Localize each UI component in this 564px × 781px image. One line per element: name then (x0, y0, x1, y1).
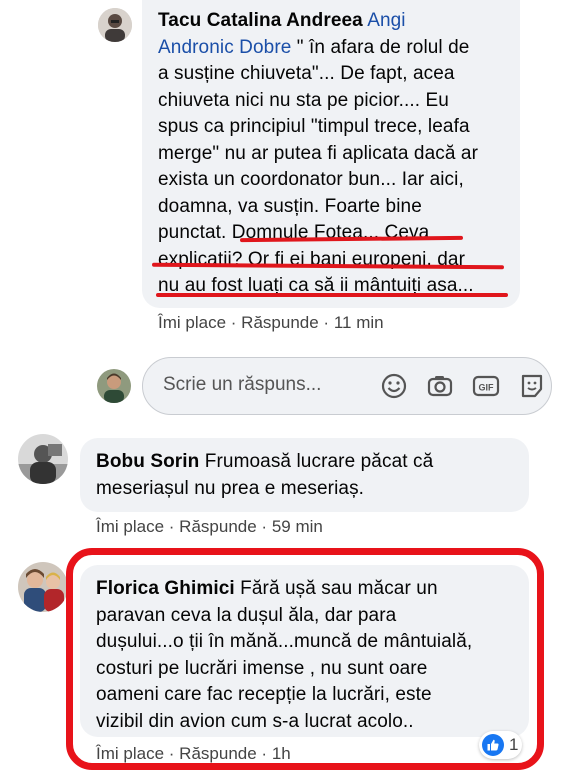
like-link[interactable]: Îmi place (158, 313, 226, 332)
comment-bubble-bobu: Bobu Sorin Frumoasă lucrare păcat că mes… (80, 438, 529, 512)
timestamp[interactable]: 11 min (334, 313, 384, 332)
comment-line: meseriașul nu prea e meseriaș. (96, 477, 365, 499)
like-reaction-icon (482, 734, 504, 756)
separator: · (230, 313, 237, 332)
comment-line: Bobu Sorin Frumoasă lucrare păcat că (96, 451, 434, 472)
sticker-icon[interactable] (517, 371, 547, 401)
comment-line: exista un coordonator bun... Iar aici, (158, 169, 464, 190)
timestamp[interactable]: 1h (272, 744, 291, 763)
avatar-tacu[interactable] (98, 8, 132, 42)
comment-line: spus ca principiul "timpul trece, leafa (158, 116, 470, 137)
comment-line: explicatii? Or fi ei bani europeni, dar (158, 248, 466, 270)
emoji-icon[interactable] (379, 371, 409, 401)
comment-line: doamna, va susțin. Foarte bine (158, 195, 422, 217)
camera-icon[interactable] (425, 371, 455, 401)
like-link[interactable]: Îmi place (96, 517, 164, 536)
profile-photo-icon (18, 434, 68, 484)
red-underline (156, 293, 508, 297)
like-link[interactable]: Îmi place (96, 744, 164, 763)
comment-actions: Îmi place · Răspunde · 59 min (96, 517, 323, 537)
reply-link[interactable]: Răspunde (179, 744, 257, 763)
reaction-count: 1 (509, 735, 519, 754)
separator: · (168, 517, 175, 536)
reaction-summary[interactable]: 1 (479, 731, 523, 759)
avatar-current-user (97, 369, 131, 403)
comment-author[interactable]: Bobu Sorin (96, 451, 199, 472)
profile-photo-icon (97, 369, 131, 403)
comment-actions: Îmi place · Răspunde · 1h (96, 744, 291, 764)
comment-line: Andronic Dobre " în afara de rolul de (158, 36, 470, 58)
reply-input[interactable]: Scrie un răspuns... (163, 374, 321, 396)
separator: · (261, 517, 268, 536)
gif-icon[interactable]: GIF (471, 371, 501, 401)
separator: · (261, 744, 268, 763)
comment-line: punctat. Domnule Fotea... Ceva (158, 222, 430, 243)
comment-author[interactable]: Tacu Catalina Andreea (158, 10, 363, 31)
comment-line: a susține chiuveta"... De fapt, acea (158, 63, 455, 84)
comment-line: chiuveta nici nu sta pe picior.... Eu (158, 89, 449, 111)
reply-link[interactable]: Răspunde (179, 517, 257, 536)
comment-actions: Îmi place · Răspunde · 11 min (158, 313, 384, 333)
avatar-bobu[interactable] (18, 434, 68, 484)
profile-photo-icon (98, 8, 132, 42)
mention-link[interactable]: Andronic Dobre (158, 37, 291, 58)
comment-line: Tacu Catalina Andreea Angi (158, 8, 520, 35)
mention-link[interactable]: Angi (367, 10, 405, 31)
comment-line: merge" nu ar putea fi aplicata dacă ar (158, 142, 479, 164)
timestamp[interactable]: 59 min (272, 517, 323, 536)
separator: · (168, 744, 175, 763)
reply-input-box[interactable]: Scrie un răspuns... GIF (142, 357, 552, 415)
reply-link[interactable]: Răspunde (241, 313, 319, 332)
profile-photo-icon (18, 562, 68, 612)
comment-bubble-tacu: Tacu Catalina Andreea Angi Andronic Dobr… (142, 0, 520, 308)
red-highlight-frame (66, 548, 544, 770)
svg-text:GIF: GIF (479, 383, 495, 393)
separator: · (323, 313, 330, 332)
avatar-florica[interactable] (18, 562, 68, 612)
